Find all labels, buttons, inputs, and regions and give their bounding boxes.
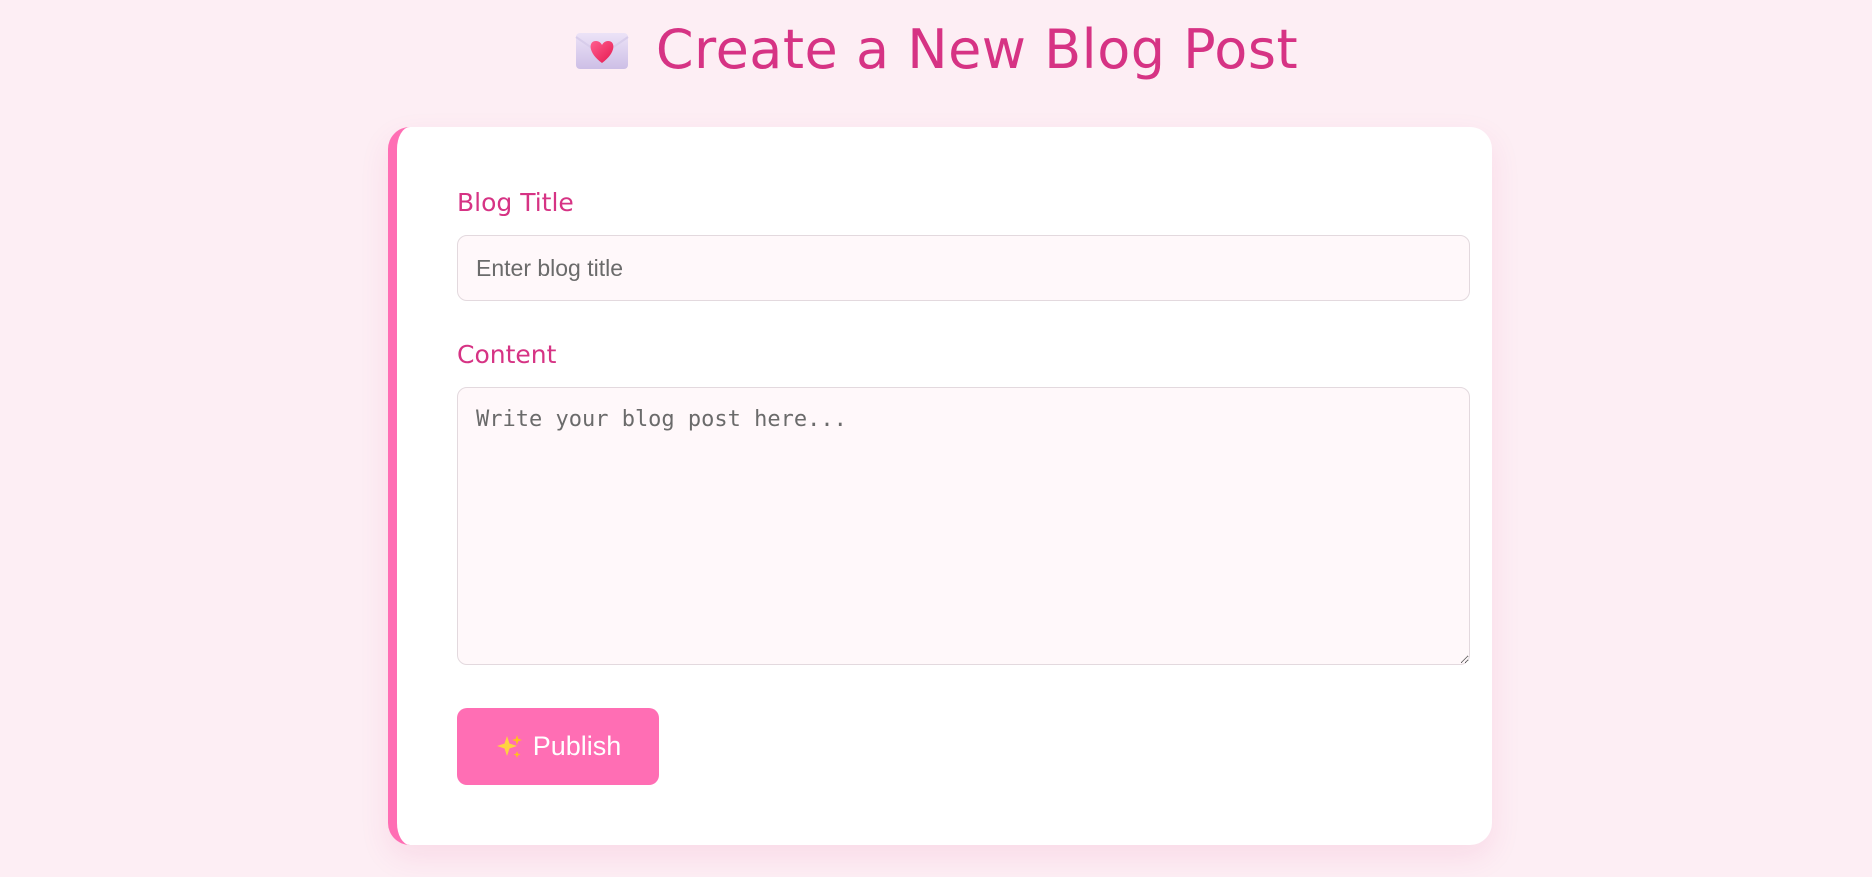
sparkles-icon [495,733,523,761]
blog-form-card: Blog Title Content Publish [388,127,1492,845]
love-letter-icon [574,29,630,71]
blog-title-input[interactable] [457,235,1470,301]
content-textarea[interactable] [457,387,1470,665]
content-label: Content [457,340,557,369]
publish-button[interactable]: Publish [457,708,659,785]
blog-title-label: Blog Title [457,188,574,217]
page-header: Create a New Blog Post [0,16,1872,84]
page-title: Create a New Blog Post [655,18,1299,81]
publish-button-label: Publish [532,731,622,761]
